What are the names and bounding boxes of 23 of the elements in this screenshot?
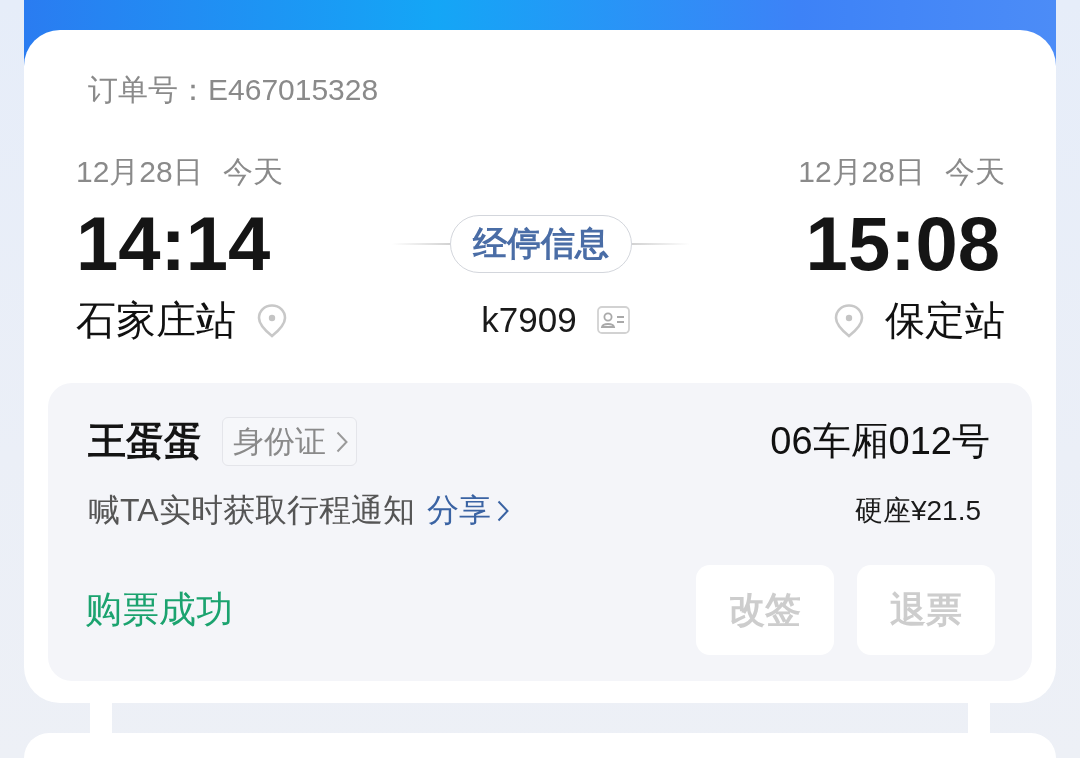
stops-info-button[interactable]: 经停信息	[449, 215, 632, 273]
id-card-icon[interactable]	[596, 306, 630, 334]
seat-fare: 硬座¥21.5	[854, 494, 981, 528]
departure-station: 石家庄站	[76, 296, 236, 344]
order-number: 订单号：E467015328	[87, 72, 379, 108]
id-type-button[interactable]: 身份证	[222, 417, 357, 466]
train-number: k7909	[481, 300, 577, 340]
chevron-right-icon	[336, 430, 348, 453]
arrival-day: 今天	[945, 151, 1005, 193]
departure-time: 14:14	[76, 206, 271, 282]
location-pin-icon[interactable]	[833, 302, 865, 338]
arrival-time: 15:08	[805, 206, 1000, 282]
order-status: 购票成功	[85, 588, 233, 632]
arrival-station: 保定站	[885, 296, 1005, 344]
notify-text: 喊TA实时获取行程通知	[88, 491, 415, 530]
departure-day: 今天	[222, 151, 283, 193]
departure-date: 12月28日	[76, 153, 203, 190]
passenger-name: 王蛋蛋	[88, 419, 202, 464]
share-link[interactable]: 分享	[426, 489, 509, 533]
seat-number: 06车厢012号	[770, 419, 990, 464]
chevron-right-icon	[496, 500, 509, 522]
location-pin-icon[interactable]	[256, 302, 288, 338]
arrival-date: 12月28日	[798, 153, 925, 190]
